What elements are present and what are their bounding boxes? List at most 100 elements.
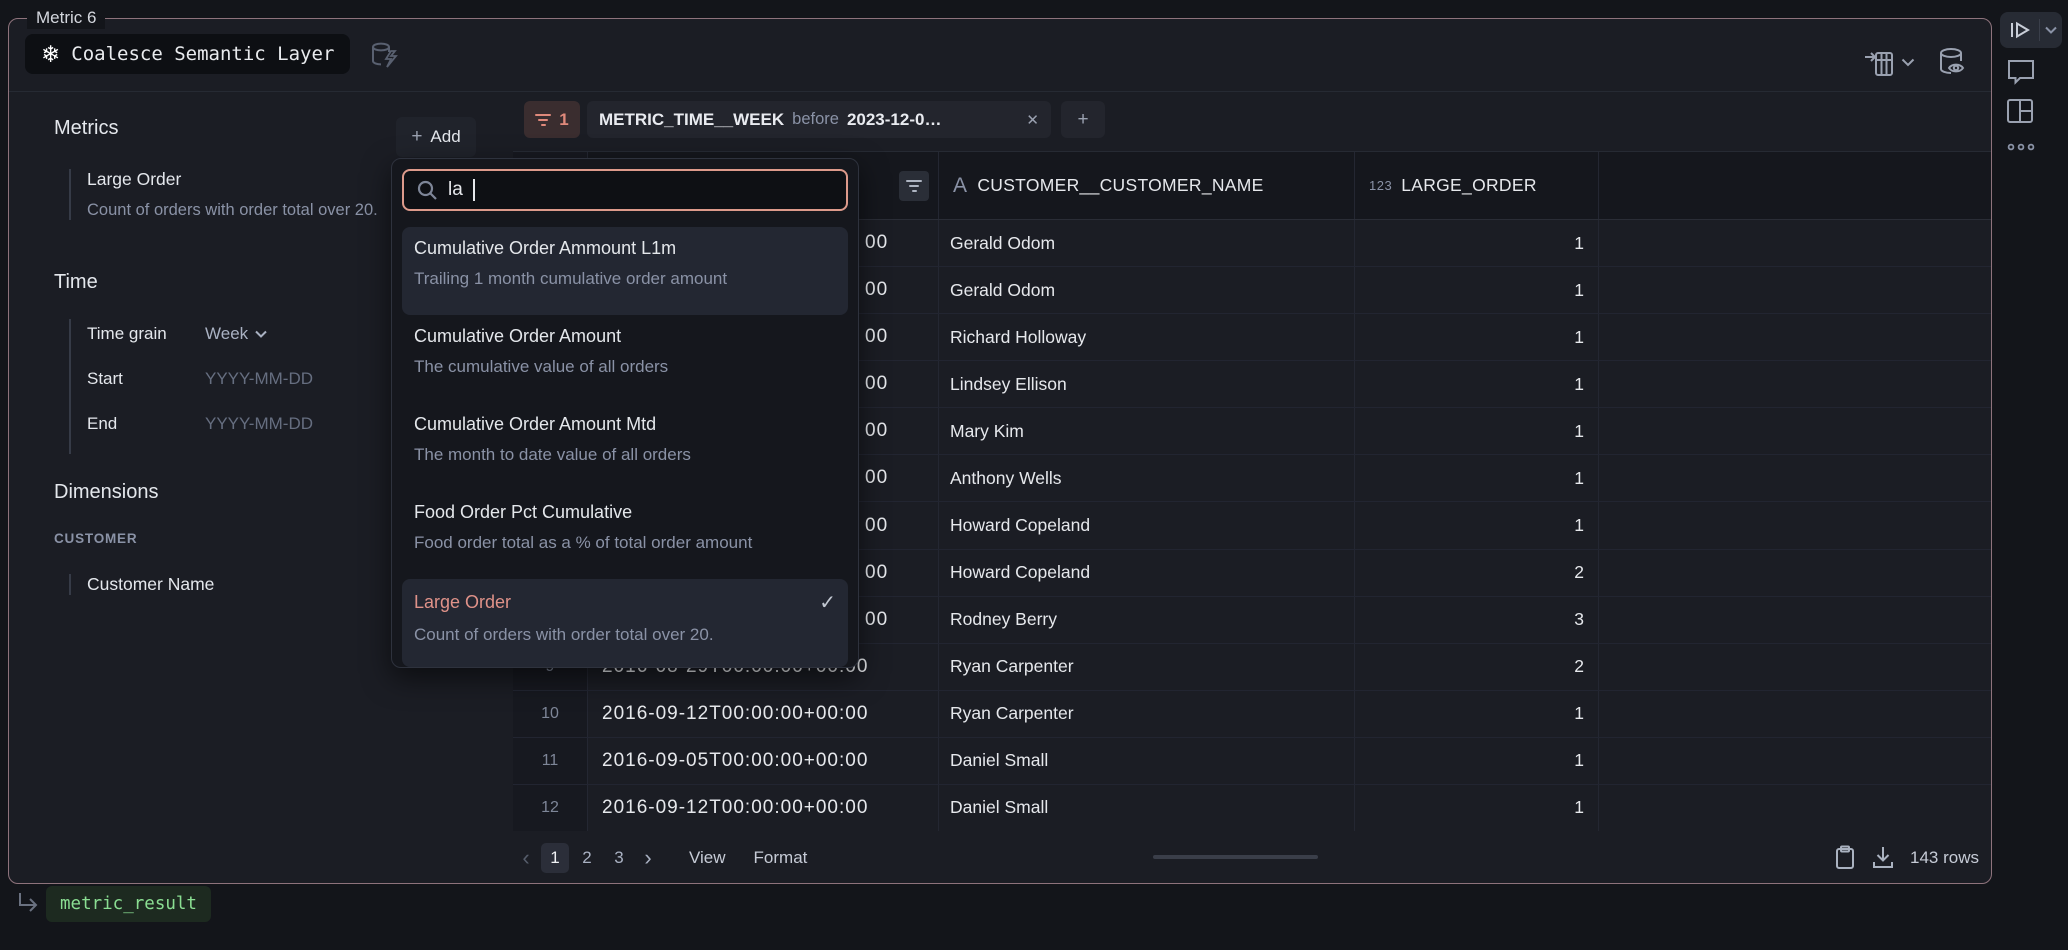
option-description: Count of orders with order total over 20… — [414, 625, 836, 645]
customer-name-cell: Howard Copeland — [939, 502, 1355, 548]
metric-option[interactable]: Cumulative Order Amount The cumulative v… — [402, 315, 848, 403]
large-order-cell: 1 — [1355, 361, 1599, 407]
more-options-icon[interactable] — [2006, 142, 2036, 152]
horizontal-scrollbar[interactable] — [1153, 855, 1318, 859]
customer-name-column-header[interactable]: A CUSTOMER__CUSTOMER_NAME — [939, 152, 1355, 219]
semantic-layer-cell: Metric 6 ❄ Coalesce Semantic Layer — [8, 18, 1992, 884]
metrics-heading: Metrics — [54, 117, 118, 140]
large-order-column-header[interactable]: 123 LARGE_ORDER — [1355, 152, 1599, 219]
option-description: Trailing 1 month cumulative order amount — [414, 269, 836, 289]
customer-name-cell: Ryan Carpenter — [939, 691, 1355, 737]
add-button-label: Add — [430, 127, 460, 147]
end-date-input[interactable]: YYYY-MM-DD — [205, 414, 313, 434]
time-grain-value: Week — [205, 324, 248, 344]
table-row: 11 2016-09-05T00:00:00+00:00 Daniel Smal… — [513, 738, 1991, 785]
check-icon: ✓ — [819, 590, 836, 615]
empty-cell — [1599, 502, 1991, 548]
customer-name-cell: Lindsey Ellison — [939, 361, 1355, 407]
column-header-label: LARGE_ORDER — [1401, 175, 1537, 196]
metric-option[interactable]: Food Order Pct Cumulative Food order tot… — [402, 491, 848, 579]
date-fragment: 00 — [865, 373, 888, 395]
page-3-button[interactable]: 3 — [605, 843, 633, 873]
time-grain-label: Time grain — [87, 324, 205, 344]
dimension-name: Customer Name — [87, 574, 409, 595]
filter-operator: before — [792, 110, 839, 129]
preview-data-icon[interactable] — [1935, 45, 1971, 79]
download-icon[interactable] — [1871, 845, 1895, 871]
metric-option[interactable]: Cumulative Order Ammount L1m Trailing 1 … — [402, 227, 848, 315]
customer-name-cell: Mary Kim — [939, 408, 1355, 454]
chevron-down-icon — [255, 330, 267, 338]
cell-title: Metric 6 — [27, 7, 105, 29]
next-page-button[interactable]: › — [635, 845, 661, 871]
page-2-button[interactable]: 2 — [573, 843, 601, 873]
large-order-cell: 1 — [1355, 785, 1599, 831]
date-fragment: 00 — [865, 562, 888, 584]
app-chip: ❄ Coalesce Semantic Layer — [25, 34, 350, 74]
filter-count: 1 — [559, 110, 568, 130]
customer-name-cell: Ryan Carpenter — [939, 644, 1355, 690]
end-label: End — [87, 414, 205, 434]
large-order-cell: 1 — [1355, 502, 1599, 548]
empty-cell — [1599, 455, 1991, 501]
option-description: The month to date value of all orders — [414, 445, 836, 465]
date-fragment: 00 — [865, 515, 888, 537]
add-metric-button[interactable]: + Add — [396, 117, 476, 157]
search-icon — [416, 179, 438, 201]
metric-search-input[interactable]: la — [402, 169, 848, 211]
time-grain-select[interactable]: Week — [205, 324, 267, 344]
empty-cell — [1599, 691, 1991, 737]
metric-time-cell: 2016-09-05T00:00:00+00:00 — [588, 738, 939, 784]
insert-table-icon[interactable] — [1863, 49, 1895, 79]
filter-chip[interactable]: METRIC_TIME__WEEK before 2023-12-0… ✕ — [587, 101, 1051, 138]
number-type-icon: 123 — [1369, 178, 1392, 193]
metric-option[interactable]: Cumulative Order Amount Mtd The month to… — [402, 403, 848, 491]
output-variable-chip[interactable]: metric_result — [46, 886, 211, 922]
start-date-input[interactable]: YYYY-MM-DD — [205, 369, 313, 389]
dimension-group-label: CUSTOMER — [54, 531, 137, 546]
metric-option-selected[interactable]: Large Order ✓ Count of orders with order… — [402, 579, 848, 667]
start-label: Start — [87, 369, 205, 389]
comment-icon[interactable] — [2006, 56, 2036, 86]
column-filter-button[interactable] — [899, 171, 929, 201]
view-button[interactable]: View — [689, 848, 726, 868]
customer-name-cell: Gerald Odom — [939, 220, 1355, 266]
date-fragment: 00 — [865, 609, 888, 631]
large-order-cell: 1 — [1355, 455, 1599, 501]
table-footer: ‹ 1 2 3 › View Format — [513, 831, 1991, 884]
selected-dimension[interactable]: Customer Name — [69, 574, 409, 595]
notebook-page: Metric 6 ❄ Coalesce Semantic Layer — [0, 0, 2068, 950]
database-lightning-icon[interactable] — [367, 38, 401, 72]
format-button[interactable]: Format — [754, 848, 808, 868]
empty-cell — [1599, 220, 1991, 266]
run-cell-button[interactable] — [2000, 21, 2039, 39]
copy-icon[interactable] — [1834, 845, 1856, 871]
empty-cell — [1599, 644, 1991, 690]
large-order-cell: 1 — [1355, 691, 1599, 737]
large-order-cell: 2 — [1355, 550, 1599, 596]
filter-value: 2023-12-0… — [847, 110, 942, 130]
prev-page-button[interactable]: ‹ — [513, 845, 539, 871]
customer-name-cell: Anthony Wells — [939, 455, 1355, 501]
customer-name-cell: Howard Copeland — [939, 550, 1355, 596]
selected-metric[interactable]: Large Order Count of orders with order t… — [69, 169, 409, 220]
text-cursor — [473, 179, 475, 201]
option-title: Cumulative Order Amount — [414, 326, 621, 347]
filter-count-badge[interactable]: 1 — [524, 101, 580, 138]
date-fragment: 00 — [865, 326, 888, 348]
add-filter-button[interactable]: + — [1061, 101, 1105, 138]
date-fragment: 00 — [865, 467, 888, 489]
plus-icon: + — [411, 126, 422, 148]
page-1-button[interactable]: 1 — [541, 843, 569, 873]
run-options-button[interactable] — [2040, 26, 2062, 34]
dimensions-heading: Dimensions — [54, 481, 158, 504]
remove-filter-icon[interactable]: ✕ — [1026, 111, 1039, 129]
date-fragment: 00 — [865, 232, 888, 254]
large-order-cell: 1 — [1355, 408, 1599, 454]
metric-name: Large Order — [87, 169, 409, 190]
layout-panels-icon[interactable] — [2006, 98, 2034, 124]
metric-search-dropdown: la Cumulative Order Ammount L1m Trailing… — [391, 158, 859, 668]
empty-column-header — [1599, 152, 1991, 219]
empty-cell — [1599, 597, 1991, 643]
chevron-down-icon[interactable] — [1901, 58, 1915, 67]
